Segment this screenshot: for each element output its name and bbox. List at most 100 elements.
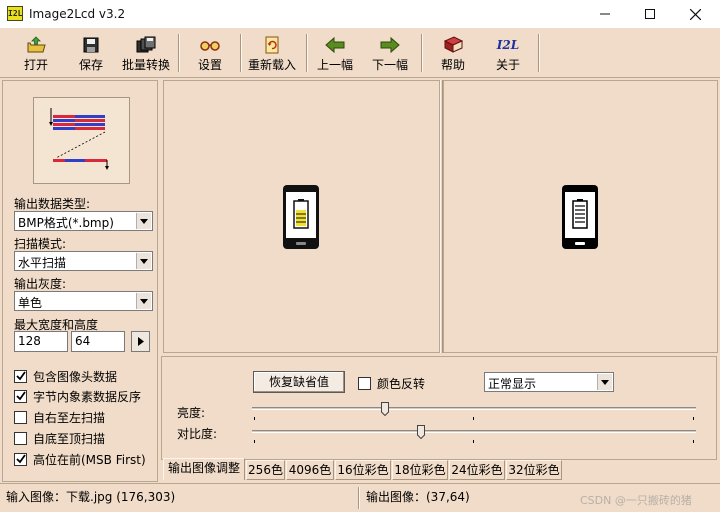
tab-0[interactable]: 输出图像调整 [163,458,245,480]
output-image-status: 输出图像：(37,64) [366,490,470,504]
maximize-icon [645,9,655,19]
about-logo-icon: I2L [496,38,520,52]
save-button[interactable]: 保存 [75,32,107,74]
help-label: 帮助 [440,58,465,72]
apply-size-button[interactable] [131,331,150,352]
checkbox-label: 高位在前(MSB First) [33,452,146,467]
window-title: Image2Lcd v3.2 [29,7,126,21]
slider-tick [473,440,474,443]
about-button[interactable]: I2L 关于 [492,32,524,74]
display-mode-value: 正常显示 [488,377,537,391]
max-height-input[interactable]: 64 [71,331,125,352]
batch-convert-label: 批量转换 [121,58,170,72]
batch-convert-button[interactable]: 批量转换 [121,32,171,74]
next-image-label: 下一幅 [371,58,408,72]
scan-mode-preview [33,97,130,184]
checkbox-label: 包含图像头数据 [33,369,118,384]
max-width-input[interactable]: 128 [14,331,68,352]
previous-image-label: 上一幅 [316,58,353,72]
checkbox-box[interactable] [14,410,27,424]
tab-4[interactable]: 18位彩色 [392,460,448,480]
title-bar: I2L Image2Lcd v3.2 [0,0,720,28]
include-header-checkbox[interactable]: 包含图像头数据 [14,368,117,384]
next-image-button[interactable]: 下一幅 [371,32,409,74]
slider-tick [254,417,255,420]
output-type-value: BMP格式(*.bmp) [18,216,114,230]
close-icon [689,8,701,20]
slider-tick [693,440,694,443]
tab-2[interactable]: 4096色 [286,460,334,480]
brightness-slider[interactable] [252,407,696,410]
brightness-slider-thumb[interactable] [381,402,390,416]
slider-tick [473,417,474,420]
toolbar: 打开 保存 批量转换 设置 重新载入 上一幅 下一幅 帮助 I2L 关于 [0,28,720,78]
close-button[interactable] [672,0,718,28]
dropdown-arrow-icon[interactable] [136,293,151,309]
previous-image-button[interactable]: 上一幅 [316,32,354,74]
invert-color-checkbox[interactable]: 颜色反转 [358,375,425,391]
minimize-button[interactable] [582,0,628,28]
reload-icon [265,36,279,54]
scan-mode-label: 扫描模式: [14,237,67,251]
tab-5[interactable]: 24位彩色 [449,460,505,480]
settings-label: 设置 [197,58,222,72]
status-separator [358,487,360,509]
help-book-icon [443,36,464,53]
slider-tick [254,440,255,443]
reload-button[interactable]: 重新载入 [246,32,298,74]
reload-label: 重新载入 [247,58,296,72]
contrast-slider-thumb[interactable] [416,425,425,439]
input-image-status: 输入图像：下载.jpg (176,303) [6,490,176,504]
dropdown-arrow-icon[interactable] [136,253,151,269]
output-image-pane [443,80,718,353]
help-button[interactable]: 帮助 [437,32,469,74]
msb-first-checkbox[interactable]: 高位在前(MSB First) [14,451,146,467]
checkbox-label: 字节内象素数据反序 [33,389,142,404]
contrast-label: 对比度: [177,427,218,441]
reverse-byte-checkbox[interactable]: 字节内象素数据反序 [14,388,141,404]
toolbar-separator [421,34,423,72]
batch-convert-icon [136,36,156,53]
invert-color-label: 颜色反转 [377,376,426,391]
output-gray-select[interactable]: 单色 [14,291,153,311]
tab-1[interactable]: 256色 [246,460,285,480]
maximize-button[interactable] [627,0,673,28]
settings-button[interactable]: 设置 [194,32,226,74]
checkbox-box[interactable] [14,389,27,403]
tab-3[interactable]: 16位彩色 [335,460,391,480]
dropdown-arrow-icon[interactable] [136,213,151,229]
checkmark-icon [15,454,26,464]
restore-defaults-button[interactable]: 恢复缺省值 [253,371,345,393]
bottom-to-top-checkbox[interactable]: 自底至顶扫描 [14,430,105,446]
toolbar-separator [178,34,180,72]
scan-mode-select[interactable]: 水平扫描 [14,251,153,271]
dropdown-arrow-icon[interactable] [597,374,612,390]
image-adjust-panel: 恢复缺省值 颜色反转 正常显示 亮度: 对比度: [161,356,717,460]
checkbox-label: 自右至左扫描 [33,410,106,425]
open-button[interactable]: 打开 [20,32,52,74]
checkmark-icon [15,371,26,381]
checkbox-box[interactable] [14,431,27,445]
checkbox-box[interactable] [14,369,27,383]
tab-6[interactable]: 32位彩色 [506,460,562,480]
app-icon: I2L [7,6,23,21]
display-mode-select[interactable]: 正常显示 [484,372,614,392]
glasses-icon [200,41,220,51]
settings-panel: 输出数据类型: BMP格式(*.bmp) 扫描模式: 水平扫描 输出灰度: 单色… [2,80,158,482]
save-disk-icon [83,37,99,53]
checkbox-box[interactable] [14,452,27,466]
output-phone-battery-image [562,185,598,249]
input-image-pane [163,80,440,353]
right-to-left-checkbox[interactable]: 自右至左扫描 [14,409,105,425]
output-type-select[interactable]: BMP格式(*.bmp) [14,211,153,231]
checkbox-label: 自底至顶扫描 [33,431,106,446]
checkbox-box[interactable] [358,376,371,390]
toolbar-separator [306,34,308,72]
open-label: 打开 [23,58,48,72]
contrast-slider[interactable] [252,430,696,433]
output-type-label: 输出数据类型: [14,197,91,211]
toolbar-separator [240,34,242,72]
toolbar-separator [538,34,540,72]
open-folder-icon [27,36,46,53]
output-gray-value: 单色 [18,296,43,310]
